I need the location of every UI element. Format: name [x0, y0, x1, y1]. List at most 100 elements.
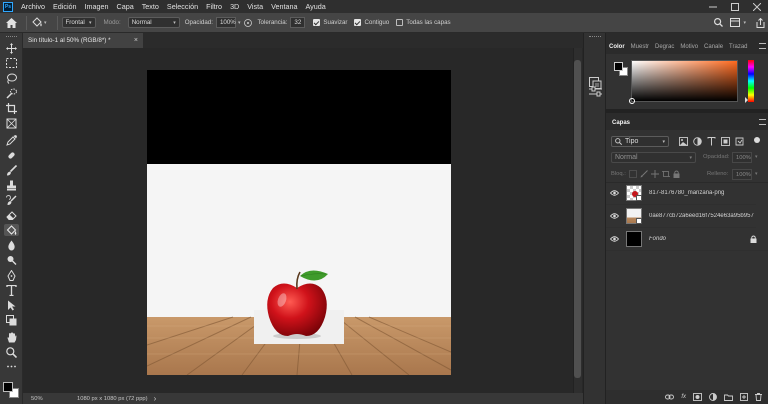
frame-tool-icon[interactable] [4, 117, 19, 129]
document-canvas[interactable] [147, 70, 451, 375]
search-icon[interactable] [709, 18, 727, 27]
menu-imagen[interactable]: Imagen [81, 2, 113, 11]
color-picker-field[interactable] [629, 60, 738, 104]
layer-style-icon[interactable]: fx [681, 394, 686, 400]
menu-texto[interactable]: Texto [138, 2, 163, 11]
healing-brush-tool-icon[interactable] [4, 149, 19, 161]
tab-paths[interactable]: Trazad [726, 44, 750, 50]
new-layer-icon[interactable] [740, 393, 748, 401]
tab-channels[interactable]: Canale [701, 44, 726, 50]
layer-thumbnail[interactable] [626, 185, 642, 201]
menu-vista[interactable]: Vista [243, 2, 267, 11]
lock-paint-icon[interactable] [640, 170, 648, 180]
filter-type-icon[interactable] [707, 137, 716, 148]
filter-pixel-icon[interactable] [679, 137, 688, 148]
chevron-down-icon[interactable]: ▾ [743, 20, 746, 26]
type-tool-icon[interactable] [4, 284, 19, 296]
antialias-checkbox[interactable] [313, 19, 321, 26]
menu-archivo[interactable]: Archivo [17, 2, 49, 11]
color-picker-marker[interactable] [629, 98, 635, 104]
delete-layer-icon[interactable] [755, 393, 762, 401]
tolerance-input[interactable]: 32 [290, 17, 306, 28]
paint-bucket-preset-icon[interactable]: ▾ [31, 17, 47, 28]
menu-ayuda[interactable]: Ayuda [302, 2, 330, 11]
dock-grip[interactable] [589, 36, 601, 39]
menu-ventana[interactable]: Ventana [267, 2, 301, 11]
layer-row[interactable]: 817-8176780_manzana-png [606, 182, 756, 205]
paint-bucket-tool-icon[interactable] [4, 224, 19, 236]
blur-tool-icon[interactable] [4, 239, 19, 251]
blend-mode-select[interactable]: Normal ▾ [611, 152, 696, 163]
foreground-color-swatch[interactable] [3, 382, 13, 392]
history-brush-tool-icon[interactable] [4, 194, 19, 206]
opacity-input[interactable]: 100% [215, 17, 236, 28]
visibility-eye-icon[interactable] [609, 190, 620, 196]
chevron-down-icon[interactable]: ▾ [755, 171, 758, 177]
layer-name[interactable]: 817-8176780_manzana-png [649, 190, 724, 196]
brush-tool-icon[interactable] [4, 164, 19, 176]
layers-panel-menu-icon[interactable] [759, 119, 766, 125]
status-expand-icon[interactable]: › [154, 394, 157, 403]
dodge-tool-icon[interactable] [4, 254, 19, 266]
menu-capa[interactable]: Capa [113, 2, 138, 11]
adjustment-layer-icon[interactable] [709, 393, 717, 401]
scrollbar-thumb[interactable] [574, 60, 581, 378]
visibility-eye-icon[interactable] [609, 236, 620, 242]
layer-row[interactable]: Fondo [606, 228, 768, 251]
workspace-icon[interactable] [727, 18, 743, 27]
home-icon[interactable] [0, 17, 22, 28]
marquee-tool-icon[interactable] [4, 57, 19, 69]
hue-slider-handle[interactable] [745, 97, 748, 103]
link-layers-icon[interactable] [665, 394, 675, 400]
contiguous-checkbox[interactable] [354, 19, 362, 26]
tab-layers[interactable]: Capas [609, 120, 633, 126]
more-tools-icon[interactable] [4, 360, 19, 372]
eyedropper-tool-icon[interactable] [4, 134, 19, 146]
pressure-opacity-icon[interactable] [244, 18, 253, 27]
close-window-icon[interactable] [746, 2, 768, 11]
layer-opacity-input[interactable]: 100% [732, 152, 752, 163]
clone-stamp-tool-icon[interactable] [4, 179, 19, 191]
path-selection-tool-icon[interactable] [4, 299, 19, 311]
layer-name[interactable]: Fondo [649, 236, 750, 242]
menu-edicion[interactable]: Edición [49, 2, 81, 11]
fill-source-select[interactable]: Frontal ▾ [61, 17, 96, 28]
layer-name[interactable]: 0ae877cb72a6eed16f7524e63a95b957 [649, 213, 754, 219]
layer-thumbnail[interactable] [626, 208, 642, 224]
visibility-eye-icon[interactable] [609, 213, 620, 219]
eraser-tool-icon[interactable] [4, 209, 19, 221]
menu-seleccion[interactable]: Selección [163, 2, 202, 11]
tab-swatches[interactable]: Muestr [628, 44, 652, 50]
document-tab[interactable]: Sin título-1 al 50% (RGB/8*) * × [23, 33, 143, 48]
lock-all-icon[interactable] [673, 170, 680, 180]
lock-position-icon[interactable] [651, 170, 659, 180]
lock-pixels-icon[interactable] [629, 170, 637, 180]
share-icon[interactable] [752, 17, 768, 28]
tools-collapse-handle[interactable] [6, 36, 17, 39]
add-mask-icon[interactable] [693, 393, 702, 401]
filter-smart-object-icon[interactable] [735, 137, 744, 148]
lock-artboard-icon[interactable] [662, 170, 670, 180]
mode-select[interactable]: Normal ▾ [127, 17, 180, 28]
minimize-icon[interactable] [702, 3, 724, 11]
hand-tool-icon[interactable] [4, 331, 19, 343]
adjustments-panel-icon[interactable] [589, 86, 602, 97]
tab-patterns[interactable]: Motivo [677, 44, 701, 50]
filter-toggle-icon[interactable] [754, 137, 760, 143]
filter-adjustment-icon[interactable] [693, 137, 702, 148]
crop-tool-icon[interactable] [4, 102, 19, 114]
maximize-icon[interactable] [724, 2, 746, 11]
shape-tool-icon[interactable] [4, 314, 19, 326]
tab-color[interactable]: Color [606, 44, 628, 50]
menu-3d[interactable]: 3D [226, 2, 243, 11]
tab-gradients[interactable]: Degrac [652, 44, 677, 50]
panel-menu-icon[interactable] [759, 43, 766, 49]
chevron-down-icon[interactable]: ▾ [755, 154, 758, 160]
pen-tool-icon[interactable] [4, 269, 19, 281]
hue-slider[interactable] [748, 60, 754, 102]
new-group-icon[interactable] [724, 394, 733, 401]
quick-selection-tool-icon[interactable] [4, 87, 19, 99]
move-tool-icon[interactable] [4, 42, 19, 54]
all-layers-checkbox[interactable] [396, 19, 404, 26]
lasso-tool-icon[interactable] [4, 72, 19, 84]
